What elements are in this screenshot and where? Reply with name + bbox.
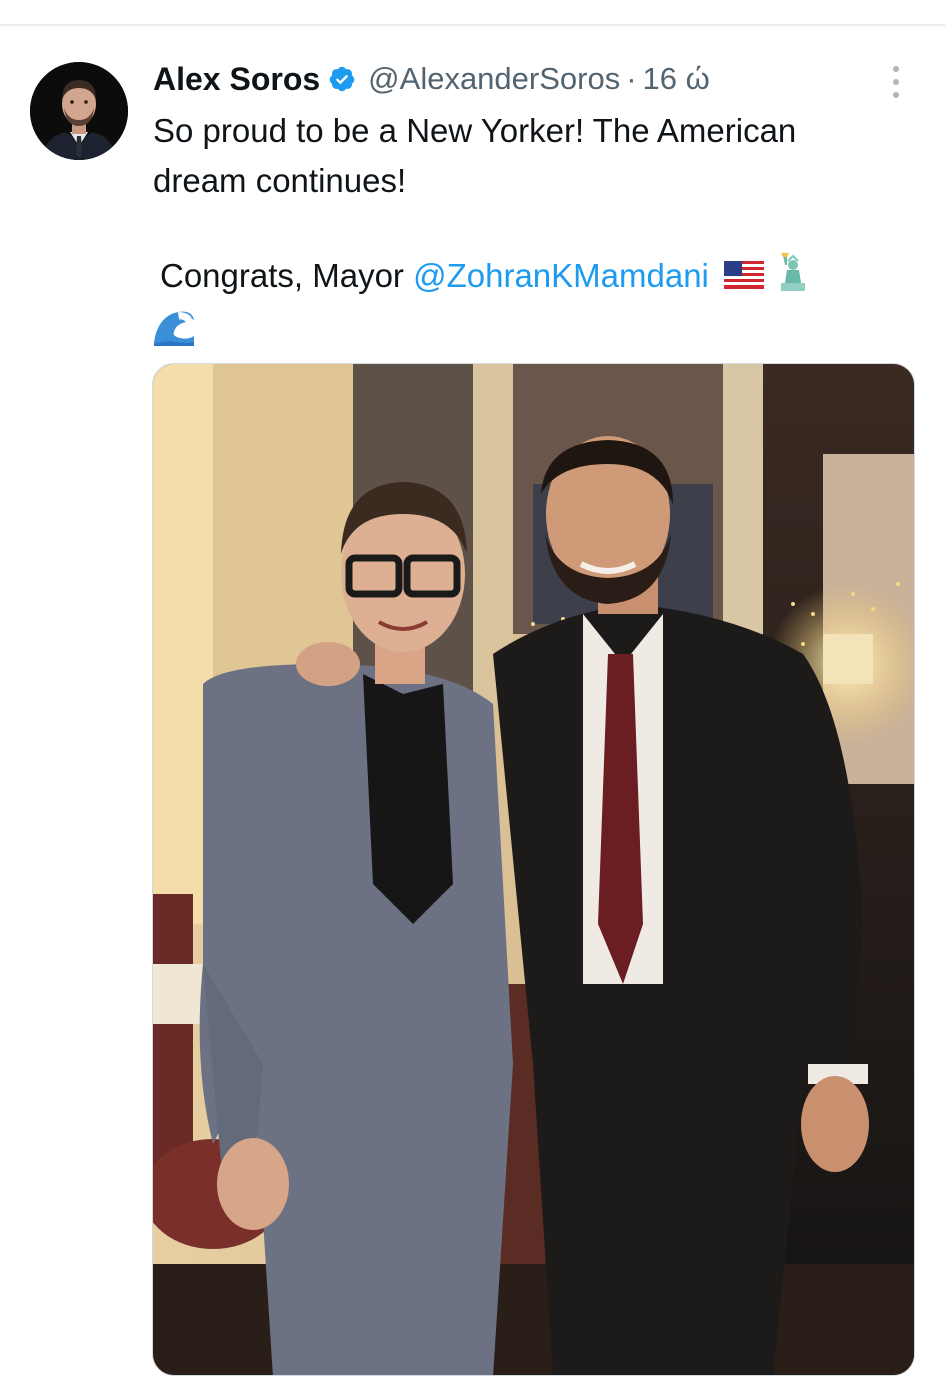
congrats-prefix: Congrats, Mayor: [160, 257, 414, 294]
tweet-text-line-2: dream continues!: [153, 162, 407, 199]
tweet-text-line-1: So proud to be a New Yorker! The America…: [153, 112, 797, 149]
more-dot: [893, 79, 899, 85]
tweet-photo[interactable]: [152, 363, 915, 1376]
tweet-congrats-line: Congrats, Mayor @ZohranKMamdani: [160, 251, 811, 305]
more-dot: [893, 92, 899, 98]
water-wave-emoji: [152, 306, 196, 351]
verified-badge-icon: [328, 65, 356, 93]
more-dot: [893, 66, 899, 72]
us-flag-emoji: [724, 253, 765, 303]
author-handle[interactable]: @AlexanderSoros: [368, 61, 620, 97]
tweet-text: So proud to be a New Yorker! The America…: [153, 106, 913, 206]
author-name[interactable]: Alex Soros: [153, 61, 320, 98]
tweet-timestamp[interactable]: 16 ώ: [643, 61, 710, 97]
separator-dot: ·: [626, 61, 637, 96]
more-options-icon[interactable]: [884, 62, 908, 102]
author-avatar[interactable]: [30, 62, 128, 160]
top-divider: [0, 24, 945, 26]
mention-link[interactable]: @ZohranKMamdani: [413, 257, 709, 294]
statue-of-liberty-emoji: [775, 251, 811, 305]
tweet-header: Alex Soros @AlexanderSoros · 16 ώ: [153, 58, 710, 100]
